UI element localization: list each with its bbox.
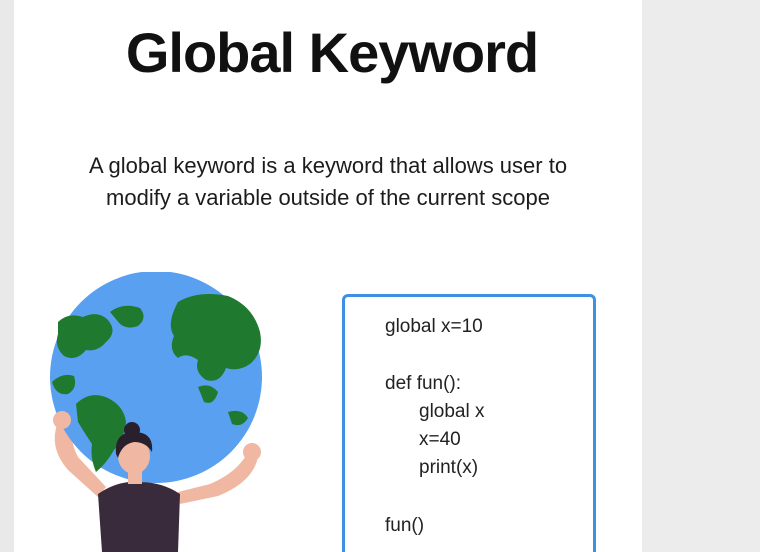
person-holding-globe-illustration	[50, 272, 262, 552]
description-line-2: modify a variable outside of the current…	[106, 185, 550, 210]
code-line-1: global x=10	[385, 316, 483, 337]
left-hand-icon	[53, 411, 71, 429]
code-line-5: x=40	[419, 429, 461, 450]
code-line-8: fun()	[385, 515, 425, 536]
code-line-4: global x	[419, 401, 485, 422]
code-line-6: print(x)	[419, 457, 479, 478]
slide-description: A global keyword is a keyword that allow…	[38, 150, 618, 214]
code-example-box: global x=10 def fun(): global x x=40 pri…	[342, 294, 596, 552]
description-line-1: A global keyword is a keyword that allow…	[88, 153, 568, 178]
code-line-3: def fun():	[385, 373, 462, 394]
slide-title: Global Keyword	[125, 21, 539, 84]
background-edge	[642, 0, 760, 552]
globe-icon	[50, 272, 262, 483]
right-hand-icon	[243, 443, 261, 461]
slide-canvas: Global Keyword A global keyword is a key…	[14, 0, 642, 552]
